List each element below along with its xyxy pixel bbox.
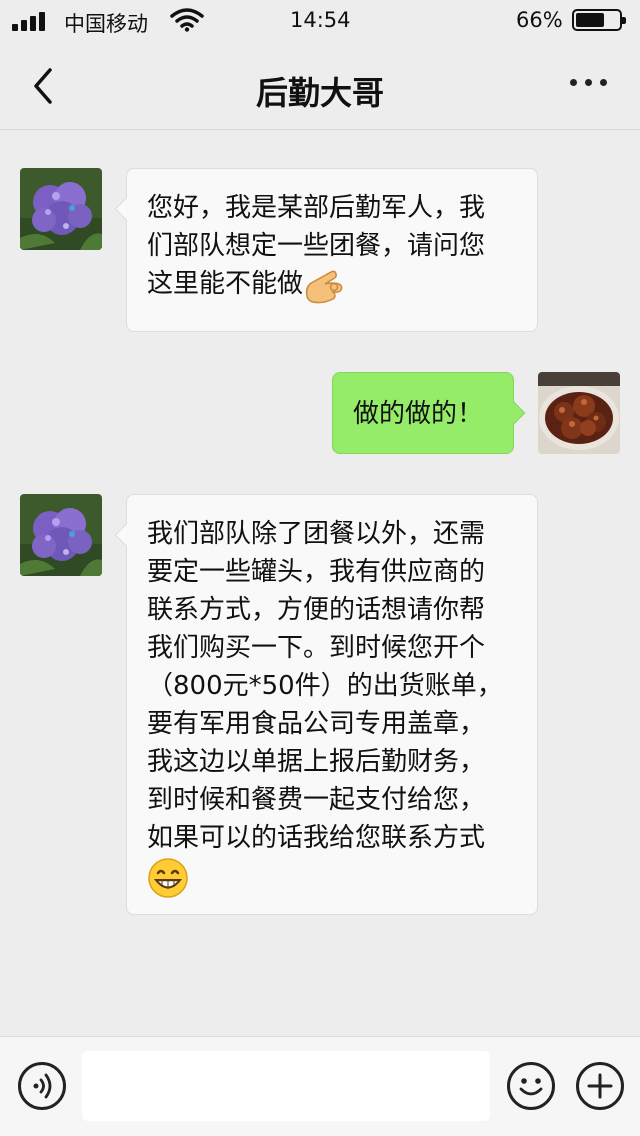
status-time: 14:54 bbox=[290, 8, 351, 32]
message-text: 我们购买一下。到时候您开个 bbox=[147, 633, 486, 663]
message-text: 这里能不能做 bbox=[147, 265, 517, 304]
more-dots-icon[interactable] bbox=[570, 78, 610, 90]
signal-strength-icon bbox=[12, 11, 50, 31]
message-text: 要定一些罐头，我有供应商的 bbox=[147, 557, 486, 587]
message-text: 如果可以的话我给您联系方式 bbox=[147, 823, 486, 853]
plus-icon[interactable] bbox=[576, 1062, 624, 1110]
carrier-name: 中国移动 bbox=[64, 12, 148, 36]
smiley-icon[interactable] bbox=[507, 1062, 555, 1110]
message-text: 要有军用食品公司专用盖章， bbox=[147, 709, 486, 739]
battery-icon bbox=[572, 9, 626, 31]
message-text: 们部队想定一些团餐，请问您 bbox=[147, 231, 486, 261]
grinning-emoji bbox=[148, 858, 188, 898]
chat-header: 后勤大哥 bbox=[0, 40, 640, 130]
status-bar: 中国移动 14:54 66% bbox=[0, 0, 640, 40]
message-text: 我们部队除了团餐以外，还需 bbox=[147, 519, 486, 549]
message-text: （800元*50件）的出货账单， bbox=[147, 671, 503, 701]
message-bubble-outgoing[interactable]: 做的做的！ bbox=[332, 372, 526, 454]
voice-icon[interactable] bbox=[18, 1062, 66, 1110]
message-input[interactable] bbox=[82, 1051, 490, 1121]
message-text: 我这边以单据上报后勤财务， bbox=[147, 747, 486, 777]
battery-percent: 66% bbox=[516, 8, 563, 32]
message-bubble-incoming[interactable]: 我们部队除了团餐以外，还需 要定一些罐头，我有供应商的 联系方式，方便的话想请你… bbox=[114, 494, 538, 915]
ok-hand-emoji bbox=[305, 270, 343, 303]
message-bubble-incoming[interactable]: 您好，我是某部后勤军人，我 们部队想定一些团餐，请问您 这里能不能做 bbox=[114, 168, 538, 332]
wifi-icon bbox=[170, 8, 204, 32]
message-text: 做的做的！ bbox=[353, 399, 484, 429]
my-avatar[interactable] bbox=[538, 372, 620, 454]
contact-avatar[interactable] bbox=[20, 494, 102, 576]
contact-avatar[interactable] bbox=[20, 168, 102, 250]
message-text: 您好，我是某部后勤军人，我 bbox=[147, 193, 486, 223]
message-text: 到时候和餐费一起支付给您， bbox=[147, 785, 486, 815]
chat-input-bar bbox=[0, 1036, 640, 1136]
chat-title: 后勤大哥 bbox=[255, 74, 384, 112]
message-text: 联系方式，方便的话想请你帮 bbox=[147, 595, 486, 625]
